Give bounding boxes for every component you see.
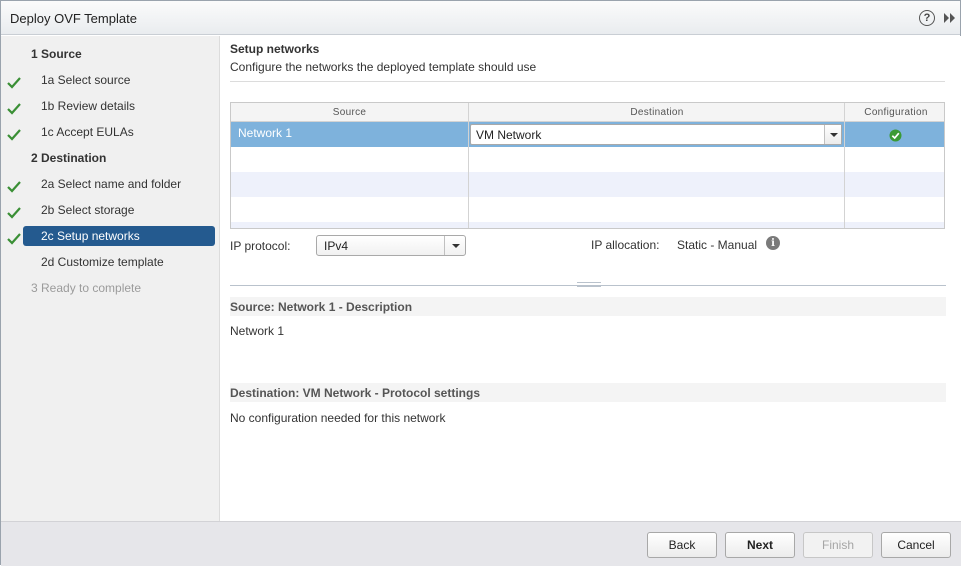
nav-step-label: 2c Setup networks: [41, 229, 140, 243]
wizard-steps-nav: 1 Source 1a Select source 1b Review deta…: [1, 36, 220, 521]
nav-step-select-name-folder[interactable]: 2a Select name and folder: [23, 174, 215, 194]
cancel-button[interactable]: Cancel: [881, 532, 951, 558]
header-divider: [230, 81, 945, 82]
nav-step-ready-to-complete: 3 Ready to complete: [23, 278, 215, 298]
nav-step-review-details[interactable]: 1b Review details: [23, 96, 215, 116]
source-details-title: Source: Network 1 - Description: [230, 300, 413, 314]
source-details-body: Network 1: [230, 324, 285, 338]
check-icon: [7, 233, 21, 245]
source-details-header: Source: Network 1 - Description: [230, 297, 946, 316]
info-icon[interactable]: i: [766, 236, 780, 250]
ip-allocation-value: Static - Manual: [677, 238, 758, 252]
nav-step-setup-networks[interactable]: 2c Setup networks: [23, 226, 215, 246]
splitter-handle[interactable]: [577, 282, 601, 287]
nav-step-label: 2b Select storage: [41, 203, 135, 217]
destination-network-select[interactable]: VM Network: [470, 124, 842, 145]
check-icon: [7, 103, 21, 115]
nav-step-label: 3 Ready to complete: [31, 281, 142, 295]
ip-protocol-value: IPv4: [324, 239, 349, 253]
column-divider: [844, 103, 845, 228]
table-row-empty: [231, 222, 944, 228]
main-content: Setup networks Configure the networks th…: [221, 36, 961, 521]
network-mapping-table: Source Destination Configuration Network…: [230, 102, 945, 229]
check-icon: [7, 129, 21, 141]
nav-step-select-storage[interactable]: 2b Select storage: [23, 200, 215, 220]
nav-step-source[interactable]: 1 Source: [23, 44, 215, 64]
check-icon: [7, 207, 21, 219]
destination-network-value: VM Network: [476, 128, 542, 142]
check-icon: [7, 181, 21, 193]
nav-step-label: 2 Destination: [31, 151, 107, 165]
ip-protocol-label: IP protocol:: [230, 239, 291, 253]
nav-step-label: 1b Review details: [41, 99, 136, 113]
destination-details-body: No configuration needed for this network: [230, 411, 446, 425]
check-icon: [7, 77, 21, 89]
collapse-panel-icon[interactable]: [942, 11, 956, 25]
nav-step-accept-eulas[interactable]: 1c Accept EULAs: [23, 122, 215, 142]
dialog-title: Deploy OVF Template: [10, 11, 137, 26]
next-button[interactable]: Next: [725, 532, 795, 558]
help-icon[interactable]: ?: [919, 10, 935, 26]
nav-step-label: 1c Accept EULAs: [41, 125, 134, 139]
column-header-configuration[interactable]: Configuration: [846, 103, 944, 122]
nav-step-label: 2a Select name and folder: [41, 177, 182, 191]
nav-step-label: 2d Customize template: [41, 255, 164, 269]
ip-protocol-select[interactable]: IPv4: [316, 235, 466, 256]
finish-button: Finish: [803, 532, 873, 558]
table-row[interactable]: Network 1 VM Network: [231, 122, 944, 147]
column-header-destination[interactable]: Destination: [469, 103, 845, 122]
table-row-empty: [231, 147, 944, 172]
table-row-empty: [231, 197, 944, 222]
chevron-down-icon[interactable]: [444, 236, 465, 255]
table-row-empty: [231, 172, 944, 197]
title-bar: Deploy OVF Template ?: [1, 1, 960, 35]
dialog-footer: Back Next Finish Cancel: [1, 521, 961, 566]
nav-step-label: 1 Source: [31, 47, 82, 61]
back-button[interactable]: Back: [647, 532, 717, 558]
ip-allocation-label: IP allocation:: [591, 238, 660, 252]
nav-step-customize-template[interactable]: 2d Customize template: [23, 252, 215, 272]
destination-details-title: Destination: VM Network - Protocol setti…: [230, 386, 481, 400]
deploy-ovf-dialog: Deploy OVF Template ? 1 Source 1a Select…: [0, 0, 961, 566]
destination-details-header: Destination: VM Network - Protocol setti…: [230, 383, 946, 402]
source-network-cell: Network 1: [238, 126, 293, 140]
status-ok-icon: [889, 129, 902, 142]
page-title: Setup networks: [230, 42, 320, 56]
column-divider: [468, 103, 469, 228]
page-subtitle: Configure the networks the deployed temp…: [230, 60, 537, 74]
nav-step-label: 1a Select source: [41, 73, 131, 87]
nav-step-select-source[interactable]: 1a Select source: [23, 70, 215, 90]
nav-step-destination[interactable]: 2 Destination: [23, 148, 215, 168]
table-header: Source Destination Configuration: [231, 103, 944, 122]
column-header-source[interactable]: Source: [231, 103, 468, 122]
chevron-down-icon[interactable]: [824, 125, 841, 144]
